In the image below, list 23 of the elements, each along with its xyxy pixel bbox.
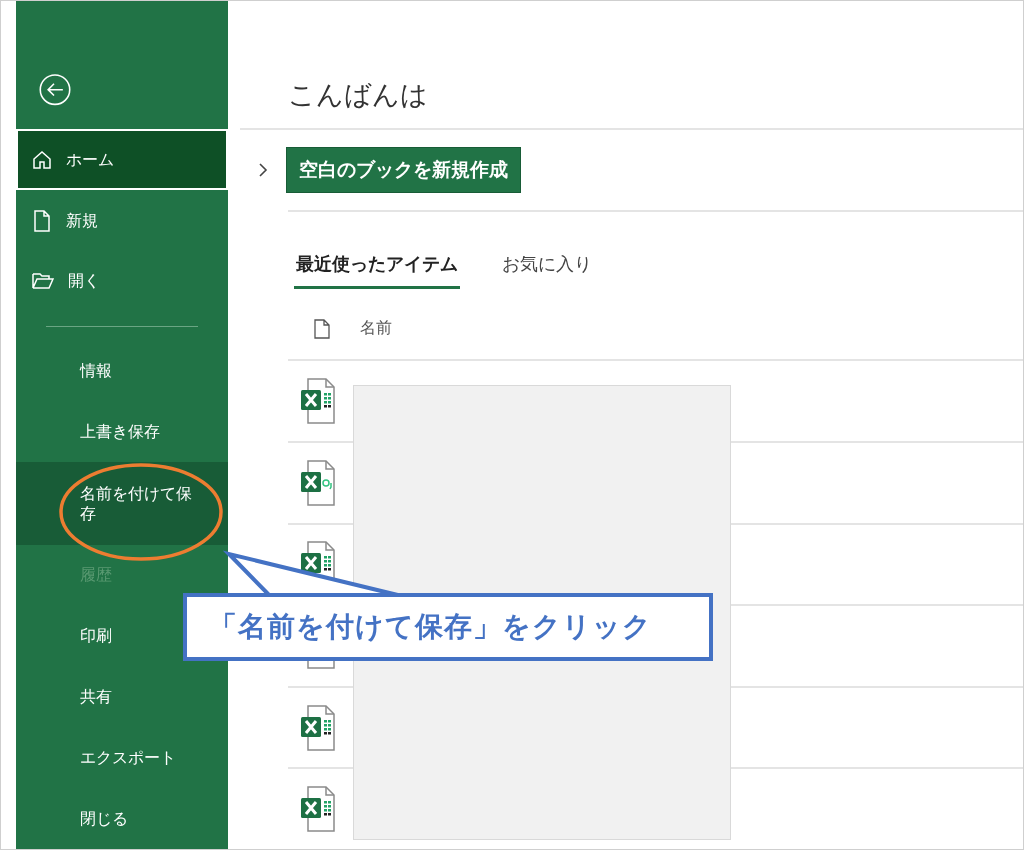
new-blank-workbook-button[interactable]: 空白のブックを新規作成 (286, 146, 521, 193)
sidebar-menu-item[interactable]: 共有 (16, 666, 228, 728)
sidebar-menu-item[interactable]: 閉じる (16, 788, 228, 849)
csv-file-icon (300, 459, 336, 506)
folder-icon (32, 272, 54, 291)
chevron-right-icon[interactable] (258, 161, 268, 178)
greeting-heading: こんばんは (287, 78, 429, 112)
spreadsheet-file-icon (300, 704, 336, 751)
column-header: 名前 (360, 318, 392, 340)
tab[interactable]: お気に入り (500, 251, 594, 289)
document-icon (32, 209, 52, 232)
sidebar-menu-item[interactable]: 開く (16, 251, 228, 312)
sidebar-menu-item[interactable]: 名前を付けて保存 (16, 462, 228, 545)
sidebar-menu-item[interactable]: 新規 (16, 190, 228, 252)
sidebar-menu-item[interactable]: 上書き保存 (16, 401, 228, 463)
home-icon (32, 149, 52, 170)
spreadsheet-file-icon (300, 786, 336, 833)
document-icon (314, 318, 330, 339)
sidebar-menu-item[interactable]: エクスポート (16, 727, 228, 789)
spreadsheet-file-icon (300, 378, 336, 425)
sidebar-menu-item[interactable]: 情報 (16, 340, 228, 402)
sidebar-menu-item[interactable]: ホーム (16, 129, 228, 191)
tab[interactable]: 最近使ったアイテム (294, 251, 460, 289)
